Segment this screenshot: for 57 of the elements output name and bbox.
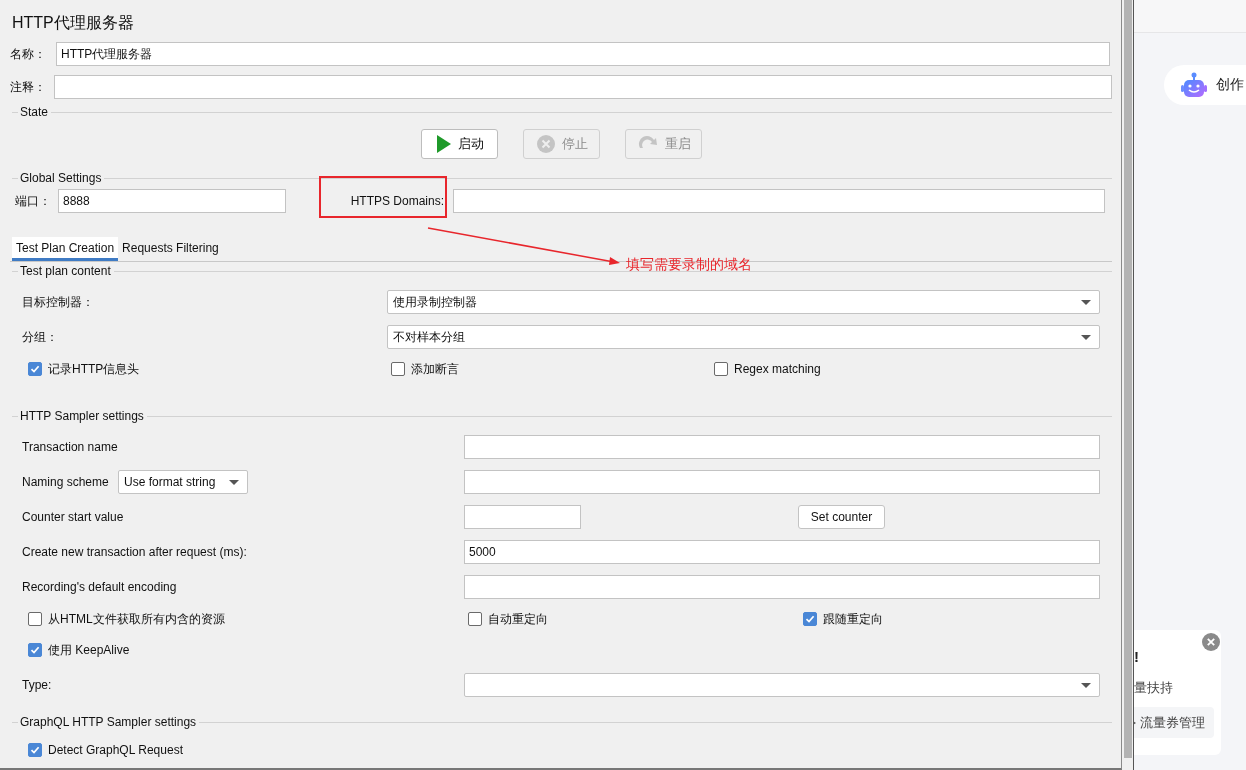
- dropdown[interactable]: 使用录制控制器: [387, 290, 1100, 314]
- text-field[interactable]: 8888: [58, 189, 286, 213]
- field-label: Recording's default encoding: [21, 580, 178, 594]
- assistant-label[interactable]: 创作: [1216, 76, 1244, 94]
- dropdown[interactable]: 不对样本分组: [387, 325, 1100, 349]
- checkbox[interactable]: Detect GraphQL Request: [28, 743, 183, 757]
- section-title: Global Settings: [20, 171, 102, 185]
- checkmark-icon: [30, 364, 40, 374]
- checkmark-icon: [805, 614, 815, 624]
- checkbox[interactable]: 使用 KeepAlive: [28, 641, 130, 659]
- field-label: Naming scheme: [21, 475, 110, 489]
- close-icon[interactable]: [1202, 633, 1220, 651]
- dropdown[interactable]: [464, 673, 1100, 697]
- text-field[interactable]: [464, 435, 1100, 459]
- field-label: 名称：: [10, 45, 47, 63]
- section-title: Test plan content: [20, 264, 111, 278]
- field-label: Counter start value: [21, 510, 125, 524]
- field-label: 端口：: [14, 192, 52, 210]
- checkbox[interactable]: 添加断言: [391, 360, 459, 378]
- field-label: 目标控制器：: [21, 293, 95, 311]
- tab[interactable]: Requests Filtering: [118, 237, 223, 261]
- annotation-text: 填写需要录制的域名: [626, 256, 752, 274]
- checkbox[interactable]: 从HTML文件获取所有内含的资源: [28, 610, 225, 628]
- scrollbar[interactable]: [1124, 0, 1132, 758]
- text-field[interactable]: [453, 189, 1105, 213]
- promo-text: 量扶持: [1134, 679, 1173, 697]
- tab[interactable]: Test Plan Creation: [12, 237, 119, 261]
- checkmark-icon: [30, 745, 40, 755]
- field-label: 分组：: [21, 328, 59, 346]
- field-label: HTTPS Domains:: [349, 194, 445, 208]
- dropdown[interactable]: Use format string: [118, 470, 248, 494]
- promo-title: !: [1134, 648, 1139, 665]
- text-field[interactable]: [54, 75, 1112, 99]
- section-title: GraphQL HTTP Sampler settings: [20, 715, 197, 729]
- robot-icon[interactable]: [1180, 72, 1208, 98]
- start-button[interactable]: 启动: [421, 129, 498, 159]
- text-field[interactable]: 5000: [464, 540, 1100, 564]
- section-title: State: [20, 105, 49, 119]
- section-title: HTTP Sampler settings: [20, 409, 144, 423]
- checkbox[interactable]: 自动重定向: [468, 610, 548, 628]
- field-label: Transaction name: [21, 440, 119, 454]
- coupon-button[interactable]: 流量券管理: [1134, 707, 1214, 738]
- play-icon: [435, 134, 452, 154]
- stop-icon: [535, 134, 556, 154]
- set-counter-button[interactable]: Set counter: [798, 505, 885, 529]
- field-label: Create new transaction after request (ms):: [21, 545, 248, 559]
- checkbox[interactable]: 记录HTTP信息头: [28, 360, 140, 378]
- field-label: Type:: [21, 678, 53, 692]
- checkbox[interactable]: 跟随重定向: [803, 610, 883, 628]
- window-title: HTTP代理服务器: [11, 12, 135, 33]
- field-label: 注释：: [10, 78, 47, 96]
- text-field[interactable]: [464, 505, 581, 529]
- checkbox[interactable]: Regex matching: [714, 362, 821, 376]
- text-field[interactable]: HTTP代理服务器: [56, 42, 1110, 66]
- checkmark-icon: [30, 645, 40, 655]
- text-field[interactable]: [464, 470, 1100, 494]
- text-field[interactable]: [464, 575, 1100, 599]
